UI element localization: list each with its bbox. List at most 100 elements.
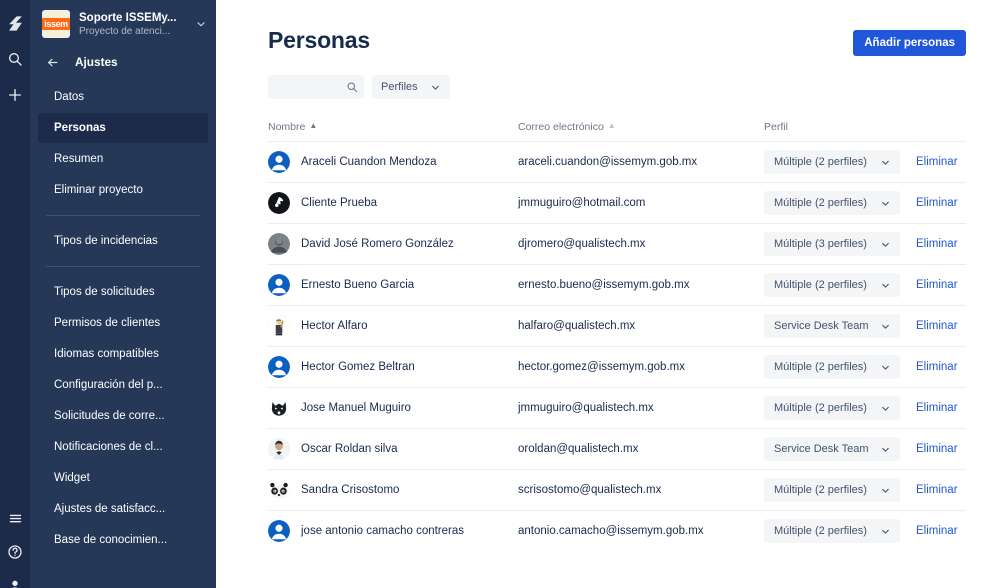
delete-person-link[interactable]: Eliminar xyxy=(916,402,958,414)
profile-dropdown[interactable]: Múltiple (2 perfiles) xyxy=(764,478,900,502)
table-row: Jose Manuel Muguiro jmmuguiro@qualistech.… xyxy=(268,387,966,428)
profile-dropdown[interactable]: Service Desk Team xyxy=(764,314,900,338)
project-subtitle: Proyecto de atenci... xyxy=(79,25,171,37)
cell-profile: Múltiple (2 perfiles) Eliminar xyxy=(764,355,966,379)
cell-name: Araceli Cuandon Mendoza xyxy=(268,151,518,173)
delete-person-link[interactable]: Eliminar xyxy=(916,525,958,537)
delete-person-link[interactable]: Eliminar xyxy=(916,443,958,455)
column-header-email[interactable]: Correo electrónico ▲ xyxy=(518,121,764,133)
sidebar-divider-1 xyxy=(46,215,200,216)
sidebar-item-notificaciones-de-clientes[interactable]: Notificaciones de cl... xyxy=(38,432,208,462)
delete-person-link[interactable]: Eliminar xyxy=(916,197,958,209)
profile-dropdown-label: Múltiple (2 perfiles) xyxy=(774,156,867,168)
sidebar-item-resumen[interactable]: Resumen xyxy=(38,144,208,174)
sidebar-divider-2 xyxy=(46,266,200,267)
sidebar-item-solicitudes-de-correo[interactable]: Solicitudes de corre... xyxy=(38,401,208,431)
chevron-down-icon xyxy=(880,198,891,209)
profile-dropdown[interactable]: Múltiple (2 perfiles) xyxy=(764,150,900,174)
add-people-button[interactable]: Añadir personas xyxy=(853,30,966,56)
menu-icon[interactable] xyxy=(6,509,24,527)
profile-dropdown[interactable]: Múltiple (2 perfiles) xyxy=(764,273,900,297)
character-avatar-icon xyxy=(268,315,290,337)
project-switcher[interactable]: issem Soporte ISSEMy... Proyecto de aten… xyxy=(30,0,216,47)
profile-dropdown-label: Múltiple (2 perfiles) xyxy=(774,279,867,291)
profile-dropdown[interactable]: Múltiple (2 perfiles) xyxy=(764,191,900,215)
cell-name: Oscar Roldan silva xyxy=(268,438,518,460)
chevron-down-icon[interactable] xyxy=(194,18,208,30)
settings-back-row[interactable]: Ajustes xyxy=(30,47,216,78)
sidebar-item-personas[interactable]: Personas xyxy=(38,113,208,143)
search-icon[interactable] xyxy=(6,50,24,68)
cell-profile: Múltiple (2 perfiles) Eliminar xyxy=(764,273,966,297)
table-row: Ernesto Bueno Garcia ernesto.bueno@issemy… xyxy=(268,264,966,305)
profile-dropdown[interactable]: Múltiple (3 perfiles) xyxy=(764,232,900,256)
profile-dropdown-label: Múltiple (2 perfiles) xyxy=(774,525,867,537)
global-nav-rail xyxy=(0,0,30,588)
sidebar-item-datos[interactable]: Datos xyxy=(38,82,208,112)
chevron-down-icon xyxy=(880,403,891,414)
delete-person-link[interactable]: Eliminar xyxy=(916,484,958,496)
sidebar-item-tipos-de-solicitudes[interactable]: Tipos de solicitudes xyxy=(38,277,208,307)
jira-logo-icon[interactable] xyxy=(6,14,24,32)
table-row: Hector Gomez Beltran hector.gomez@issemym… xyxy=(268,346,966,387)
delete-person-link[interactable]: Eliminar xyxy=(916,361,958,373)
search-input[interactable] xyxy=(276,81,346,93)
project-avatar: issem xyxy=(42,10,70,38)
help-icon[interactable] xyxy=(6,543,24,561)
panda-avatar-icon xyxy=(268,479,290,501)
sidebar-item-permisos-de-clientes[interactable]: Permisos de clientes xyxy=(38,308,208,338)
default-avatar-blue-icon xyxy=(268,151,290,173)
sidebar-item-base-de-conocimiento[interactable]: Base de conocimien... xyxy=(38,525,208,555)
cell-profile: Múltiple (2 perfiles) Eliminar xyxy=(764,519,966,543)
rail-bottom-icons xyxy=(0,509,30,588)
profile-dropdown[interactable]: Múltiple (2 perfiles) xyxy=(764,355,900,379)
column-header-name[interactable]: Nombre ▲ xyxy=(268,121,518,133)
person-name: David José Romero González xyxy=(301,238,454,250)
sidebar-item-ajustes-de-satisfaccion[interactable]: Ajustes de satisfacc... xyxy=(38,494,208,524)
default-avatar-blue-icon xyxy=(268,520,290,542)
cell-profile: Múltiple (3 perfiles) Eliminar xyxy=(764,232,966,256)
main-content: Personas Añadir personas Perfiles Nombre… xyxy=(216,0,998,588)
profile-dropdown-label: Múltiple (2 perfiles) xyxy=(774,484,867,496)
profile-dropdown-label: Service Desk Team xyxy=(774,320,869,332)
sidebar-item-idiomas-compatibles[interactable]: Idiomas compatibles xyxy=(38,339,208,369)
person-avatar-icon xyxy=(268,438,290,460)
sidebar-item-tipos-de-incidencias[interactable]: Tipos de incidencias xyxy=(38,226,208,256)
cell-profile: Múltiple (2 perfiles) Eliminar xyxy=(764,478,966,502)
person-email: ernesto.bueno@issemym.gob.mx xyxy=(518,279,690,291)
cell-name: Hector Alfaro xyxy=(268,315,518,337)
chevron-down-icon xyxy=(880,362,891,373)
column-header-email-label: Correo electrónico xyxy=(518,121,604,133)
sidebar-item-configuracion-del-portal[interactable]: Configuración del p... xyxy=(38,370,208,400)
settings-nav: Datos Personas Resumen Eliminar proyecto… xyxy=(30,78,216,555)
delete-person-link[interactable]: Eliminar xyxy=(916,279,958,291)
create-icon[interactable] xyxy=(6,86,24,104)
profile-dropdown[interactable]: Múltiple (2 perfiles) xyxy=(764,396,900,420)
person-name: Araceli Cuandon Mendoza xyxy=(301,156,437,168)
delete-person-link[interactable]: Eliminar xyxy=(916,238,958,250)
person-email: jmmuguiro@qualistech.mx xyxy=(518,402,654,414)
project-text-block: Soporte ISSEMy... Proyecto de atenci... xyxy=(79,11,185,38)
table-row: Sandra Crisostomo scrisostomo@qualistech.… xyxy=(268,469,966,510)
delete-person-link[interactable]: Eliminar xyxy=(916,156,958,168)
dark-logo-avatar-icon xyxy=(268,192,290,214)
cell-profile: Service Desk Team Eliminar xyxy=(764,314,966,338)
profile-dropdown[interactable]: Múltiple (2 perfiles) xyxy=(764,519,900,543)
delete-person-link[interactable]: Eliminar xyxy=(916,320,958,332)
column-header-profile: Perfil xyxy=(764,121,966,133)
arrow-left-icon[interactable] xyxy=(46,56,59,69)
sidebar-item-widget[interactable]: Widget xyxy=(38,463,208,493)
search-box[interactable] xyxy=(268,75,364,99)
photo-avatar-grey-icon xyxy=(268,233,290,255)
profile-dropdown-label: Múltiple (2 perfiles) xyxy=(774,361,867,373)
table-row: David José Romero González djromero@quali… xyxy=(268,223,966,264)
chevron-down-icon xyxy=(430,82,441,93)
cell-name: Ernesto Bueno Garcia xyxy=(268,274,518,296)
sidebar-item-eliminar-proyecto[interactable]: Eliminar proyecto xyxy=(38,175,208,205)
account-icon[interactable] xyxy=(6,577,24,588)
search-icon[interactable] xyxy=(346,81,358,93)
person-email: scrisostomo@qualistech.mx xyxy=(518,484,662,496)
profile-dropdown-label: Múltiple (2 perfiles) xyxy=(774,402,867,414)
profiles-filter-dropdown[interactable]: Perfiles xyxy=(372,75,450,99)
profile-dropdown[interactable]: Service Desk Team xyxy=(764,437,900,461)
